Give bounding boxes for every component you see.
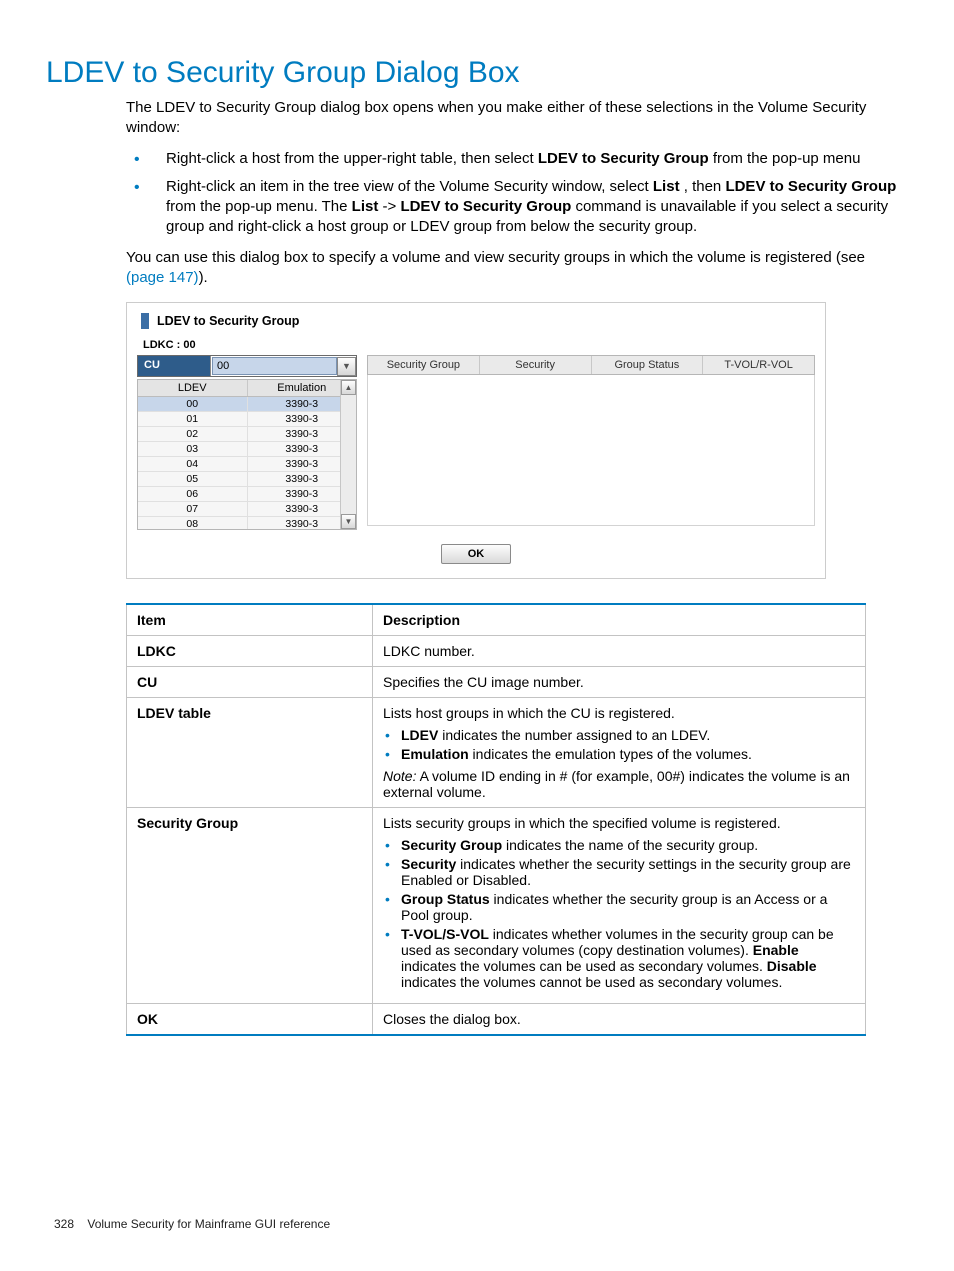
chevron-down-icon[interactable]: ▼: [337, 357, 356, 376]
table-row[interactable]: 013390-3: [138, 412, 356, 427]
table-row[interactable]: 023390-3: [138, 427, 356, 442]
sg-col-header: Security Group: [368, 356, 480, 374]
sg-col-header: Group Status: [592, 356, 704, 374]
table-row: Security Group Lists security groups in …: [127, 808, 866, 1004]
table-row[interactable]: 003390-3: [138, 397, 356, 412]
sg-col-header: Security: [480, 356, 592, 374]
dialog-title: LDEV to Security Group: [157, 314, 299, 328]
ok-button[interactable]: OK: [441, 544, 511, 564]
table-row: LDKC LDKC number.: [127, 636, 866, 667]
description-table: Item Description LDKC LDKC number. CU Sp…: [126, 603, 866, 1036]
bullet-item: Right-click a host from the upper-right …: [126, 149, 898, 169]
cu-dropdown-value[interactable]: 00: [212, 357, 337, 375]
table-header-item: Item: [127, 604, 373, 636]
table-row: CU Specifies the CU image number.: [127, 667, 866, 698]
page-footer: 328 Volume Security for Mainframe GUI re…: [54, 1217, 330, 1231]
security-group-table-header: Security Group Security Group Status T-V…: [367, 355, 815, 375]
table-row[interactable]: 053390-3: [138, 472, 356, 487]
bullet-item: Right-click an item in the tree view of …: [126, 177, 898, 238]
sg-col-header: T-VOL/R-VOL: [703, 356, 814, 374]
table-row[interactable]: 063390-3: [138, 487, 356, 502]
ldev-col-header: LDEV: [138, 380, 248, 396]
table-row: LDEV table Lists host groups in which th…: [127, 698, 866, 808]
footer-text: Volume Security for Mainframe GUI refere…: [87, 1217, 330, 1231]
table-row[interactable]: 073390-3: [138, 502, 356, 517]
page-link[interactable]: (page 147): [126, 269, 199, 286]
page-number: 328: [54, 1217, 74, 1231]
scroll-up-icon[interactable]: ▲: [341, 380, 356, 395]
dialog-title-marker: [141, 313, 149, 329]
dialog-screenshot: LDEV to Security Group LDKC : 00 CU 00 ▼…: [126, 302, 826, 579]
cu-label: CU: [138, 356, 210, 376]
scrollbar[interactable]: ▲ ▼: [340, 380, 356, 529]
cu-selector[interactable]: CU 00 ▼: [137, 355, 357, 377]
table-row[interactable]: 033390-3: [138, 442, 356, 457]
scroll-down-icon[interactable]: ▼: [341, 514, 356, 529]
table-row[interactable]: 043390-3: [138, 457, 356, 472]
table-header-desc: Description: [373, 604, 866, 636]
table-row[interactable]: 083390-3: [138, 517, 356, 529]
intro-paragraph: The LDEV to Security Group dialog box op…: [126, 98, 898, 139]
ldev-table: LDEV Emulation 003390-3013390-3023390-30…: [137, 379, 357, 530]
body-paragraph: You can use this dialog box to specify a…: [126, 248, 898, 289]
table-row: OK Closes the dialog box.: [127, 1004, 866, 1036]
ldkc-label: LDKC : 00: [143, 339, 815, 351]
page-title: LDEV to Security Group Dialog Box: [46, 56, 908, 90]
security-group-table-body: [367, 375, 815, 526]
